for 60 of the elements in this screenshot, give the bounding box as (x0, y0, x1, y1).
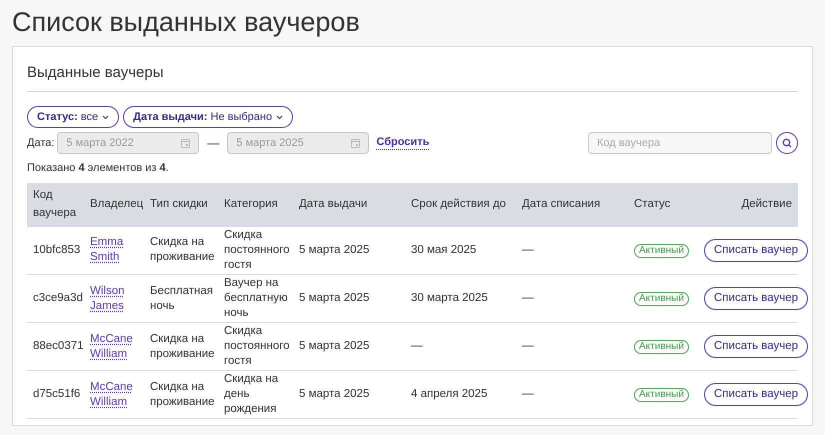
status-badge: Активный (634, 340, 689, 354)
table-cell: 88ec0371 (33, 340, 84, 352)
write-off-button[interactable]: Списать ваучер (704, 238, 808, 262)
search-field[interactable]: Код ваучера (588, 132, 772, 154)
calendar-icon (181, 138, 190, 148)
column-header: Статус (634, 198, 670, 210)
table-cell: 30 мая 2025 (411, 244, 476, 256)
column-header: Код ваучера (33, 189, 76, 218)
column-header: Тип скидки (150, 198, 208, 210)
table-cell: — (522, 244, 534, 256)
table-cell: d75c51f6 (33, 388, 80, 400)
table-cell: Скидка на день рождения (224, 373, 278, 415)
owner-link[interactable]: McCane William (90, 380, 138, 410)
write-off-button[interactable]: Списать ваучер (704, 287, 808, 310)
table-cell: — (522, 292, 534, 304)
table-cell: 10bfc853 (33, 244, 80, 256)
card-title: Выданные ваучеры (27, 64, 164, 81)
table-cell: Скидка постоянного гостя (224, 228, 290, 271)
calendar-icon (351, 138, 360, 148)
date-label: Дата: (27, 136, 54, 151)
owner-link[interactable]: McCane William (90, 332, 138, 362)
table-cell: 5 марта 2025 (299, 292, 370, 304)
filter-chip[interactable]: Статус: все (27, 106, 120, 128)
table-cell: — (522, 340, 534, 352)
table-cell: 5 марта 2025 (299, 340, 370, 352)
table-cell: 5 марта 2025 (299, 244, 370, 256)
table-cell: — (411, 340, 422, 352)
filter-chip[interactable]: Дата выдачи: Не выбрано (123, 106, 294, 128)
table-cell: Скидка на проживание (150, 236, 215, 264)
column-header: Срок действия до (411, 198, 506, 210)
table-cell: Скидка на проживание (150, 332, 215, 360)
column-header: Действие (741, 198, 792, 210)
write-off-button[interactable]: Списать ваучер (704, 383, 808, 406)
table-cell: 4 апреля 2025 (411, 388, 488, 400)
search-button[interactable] (776, 132, 798, 154)
chevron-icon (276, 114, 284, 120)
search-icon (782, 138, 792, 148)
write-off-button[interactable]: Списать ваучер (704, 335, 808, 358)
column-header: Дата выдачи (299, 198, 368, 210)
status-badge: Активный (634, 292, 689, 306)
reset-link[interactable]: Сбросить (376, 136, 430, 150)
column-header: Категория (224, 198, 278, 210)
status-badge: Активный (634, 244, 689, 258)
owner-link[interactable]: Wilson James (90, 284, 138, 314)
table-cell: Скидка на проживание (150, 380, 215, 408)
table-cell: c3ce9a3d (33, 292, 83, 304)
table-cell: Бесплатная ночь (150, 284, 214, 312)
results-summary: Показано 4 элементов из 4. (27, 161, 169, 176)
column-header: Дата списания (522, 198, 600, 210)
status-badge: Активный (634, 388, 689, 402)
table-cell: — (522, 388, 534, 400)
chevron-icon (102, 114, 110, 120)
table-cell: Скидка постоянного гостя (224, 325, 290, 367)
table-cell: Ваучер на бесплатную ночь (224, 277, 288, 319)
page-title: Список выданных ваучеров (12, 6, 360, 39)
column-header: Владелец (90, 198, 144, 210)
date-separator: — (207, 135, 220, 152)
table-cell: 5 марта 2025 (299, 388, 370, 400)
table-cell: 30 марта 2025 (411, 292, 488, 304)
owner-link[interactable]: Emma Smith (90, 235, 138, 266)
